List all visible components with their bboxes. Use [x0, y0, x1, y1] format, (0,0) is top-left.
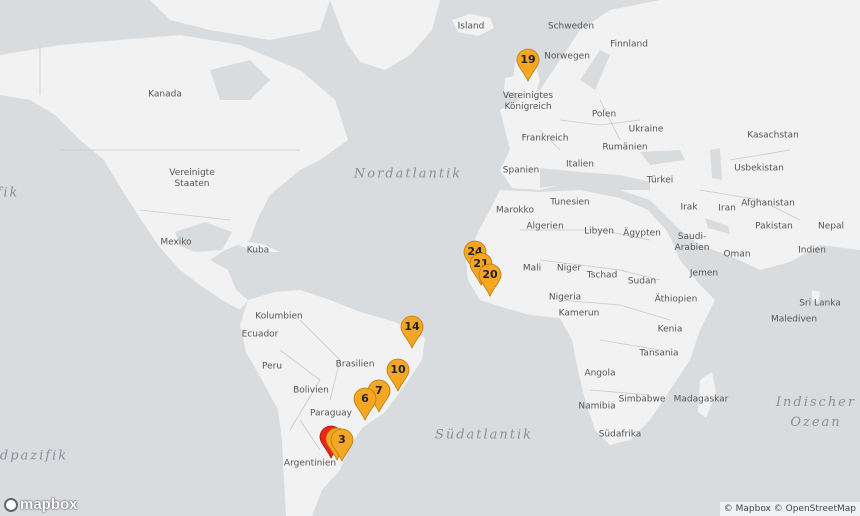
- label-tunesien: Tunesien: [550, 197, 590, 208]
- label-malediven: Malediven: [770, 314, 818, 325]
- label-norwegen: Norwegen: [544, 51, 590, 62]
- label-niger: Niger: [556, 263, 582, 274]
- map-marker[interactable]: 14: [399, 315, 425, 349]
- label-jemen: Jemen: [689, 268, 719, 279]
- label-bolivien: Bolivien: [293, 385, 329, 396]
- label-paraguay: Paraguay: [309, 408, 353, 419]
- label-sudan: Sudan: [627, 276, 657, 287]
- ocean-suedatlantik: Südatlantik: [434, 427, 534, 443]
- label-peru: Peru: [261, 361, 283, 372]
- marker-label: 20: [482, 268, 498, 281]
- label-kenia: Kenia: [657, 324, 683, 335]
- map-marker[interactable]: 19: [515, 48, 541, 82]
- label-usa: Vereinigte Staaten: [169, 168, 215, 189]
- label-tansania: Tansania: [639, 348, 679, 359]
- label-madagaskar: Madagaskar: [673, 394, 729, 405]
- label-sri-lanka: Sri Lanka: [799, 298, 841, 309]
- label-kuba: Kuba: [246, 245, 270, 256]
- label-kasachstan: Kasachstan: [747, 130, 799, 141]
- label-oman: Oman: [723, 249, 751, 260]
- label-kamerun: Kamerun: [558, 308, 600, 319]
- label-suedafrika: Südafrika: [598, 429, 642, 440]
- label-aethiopien: Äthiopien: [654, 294, 698, 305]
- marker-label: 6: [361, 392, 369, 405]
- ocean-indischer-ozean: Indischer Ozean: [775, 395, 857, 430]
- attribution: © Mapbox © OpenStreetMap: [719, 502, 860, 516]
- ocean-pazifik-partial: fik: [0, 185, 20, 201]
- ocean-suedpazifik-partial: dpazifik: [0, 448, 69, 464]
- ocean-nordatlantik: Nordatlantik: [353, 166, 463, 182]
- map-marker[interactable]: 20: [477, 263, 503, 297]
- label-pakistan: Pakistan: [755, 221, 793, 232]
- label-indien: Indien: [798, 245, 826, 256]
- mapbox-logo-icon: [4, 497, 18, 512]
- label-nigeria: Nigeria: [548, 292, 582, 303]
- label-polen: Polen: [591, 109, 617, 120]
- label-kolumbien: Kolumbien: [255, 311, 303, 322]
- mapbox-logo-text: mapbox: [20, 496, 78, 513]
- label-schweden: Schweden: [547, 21, 595, 32]
- label-tschad: Tschad: [586, 270, 618, 281]
- attribution-osm-link[interactable]: © OpenStreetMap: [774, 504, 856, 514]
- mapbox-logo[interactable]: mapbox: [4, 496, 78, 513]
- label-italien: Italien: [566, 159, 594, 170]
- label-namibia: Namibia: [578, 401, 616, 412]
- label-brasilien: Brasilien: [335, 359, 375, 370]
- map-marker[interactable]: 3: [329, 428, 355, 462]
- label-finnland: Finnland: [610, 39, 648, 50]
- label-libyen: Libyen: [584, 226, 614, 237]
- label-mali: Mali: [522, 263, 542, 274]
- marker-label: 19: [520, 53, 536, 66]
- label-algerien: Algerien: [526, 221, 564, 232]
- label-aegypten: Ägypten: [623, 228, 661, 239]
- label-kanada: Kanada: [148, 89, 182, 100]
- label-nepal: Nepal: [818, 221, 844, 232]
- map-canvas[interactable]: Island Schweden Finnland Norwegen Verein…: [0, 0, 860, 516]
- label-uk: Vereinigtes Königreich: [502, 91, 554, 112]
- marker-label: 3: [338, 433, 346, 446]
- label-mexiko: Mexiko: [160, 237, 192, 248]
- label-rumaenien: Rumänien: [602, 142, 648, 153]
- map-marker[interactable]: 6: [352, 387, 378, 421]
- label-iran: Iran: [718, 203, 736, 214]
- label-spanien: Spanien: [502, 165, 540, 176]
- label-usbekistan: Usbekistan: [734, 163, 784, 174]
- label-irak: Irak: [680, 202, 698, 213]
- marker-label: 10: [390, 363, 406, 376]
- label-ukraine: Ukraine: [628, 124, 664, 135]
- label-ecuador: Ecuador: [241, 329, 279, 340]
- label-tuerkei: Türkei: [646, 175, 674, 186]
- label-simbabwe: Simbabwe: [618, 394, 666, 405]
- label-saudi-arabien: Saudi-Arabien: [674, 232, 710, 253]
- marker-label: 14: [404, 320, 420, 333]
- label-frankreich: Frankreich: [521, 133, 569, 144]
- label-island: Island: [457, 21, 485, 32]
- attribution-mapbox-link[interactable]: © Mapbox: [724, 504, 771, 514]
- label-afghanistan: Afghanistan: [741, 198, 795, 209]
- label-angola: Angola: [584, 368, 616, 379]
- label-marokko: Marokko: [496, 205, 534, 216]
